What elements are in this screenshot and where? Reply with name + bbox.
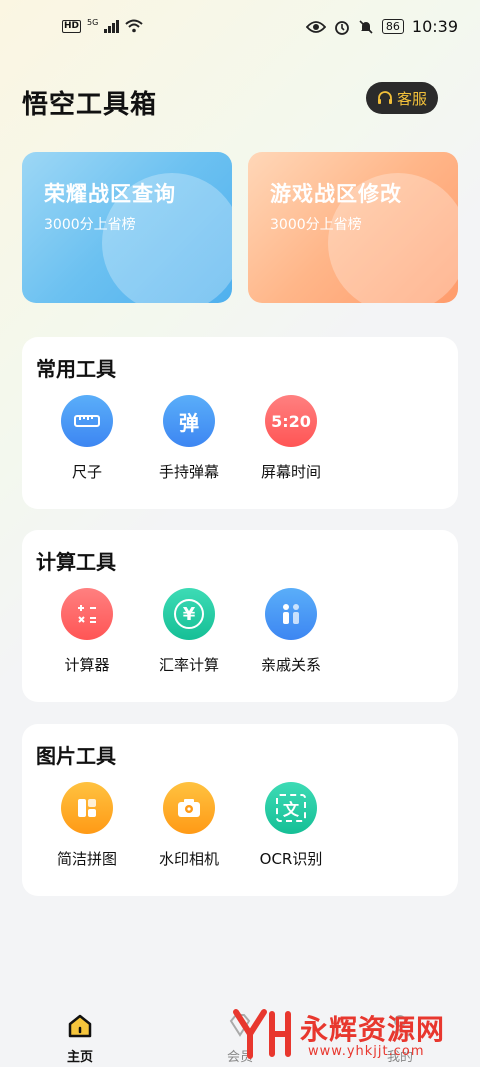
calculator-icon <box>61 588 113 640</box>
tab-home[interactable]: 主页 <box>62 1012 98 1065</box>
eye-icon <box>305 20 326 33</box>
watermark-camera-icon <box>163 782 215 834</box>
tool-label: 屏幕时间 <box>260 463 321 481</box>
bullet-comment-icon: 弹 <box>163 395 215 447</box>
tool-calculator[interactable]: 计算器 <box>37 588 137 675</box>
watermark-brand: 永辉资源网 <box>300 1013 446 1046</box>
banner-title: 游戏战区修改 <box>270 182 402 206</box>
section-title: 图片工具 <box>36 744 116 768</box>
tool-label: 尺子 <box>71 463 102 481</box>
screen-time-icon: 5:20 <box>265 395 317 447</box>
tool-bullet-comments[interactable]: 弹 手持弹幕 <box>139 395 239 482</box>
network-type: 5G <box>87 17 99 27</box>
status-right: 86 10:39 <box>305 17 458 36</box>
relatives-icon <box>265 588 317 640</box>
battery-indicator: 86 <box>381 19 404 34</box>
ocr-icon: 文 <box>265 782 317 834</box>
tool-relatives[interactable]: 亲戚关系 <box>241 588 341 675</box>
headset-icon <box>377 91 392 104</box>
tool-label: 亲戚关系 <box>260 656 321 674</box>
ruler-icon <box>61 395 113 447</box>
tool-label: 水印相机 <box>158 850 219 868</box>
yen-glyph: ¥ <box>174 599 204 629</box>
mute-icon <box>359 19 373 34</box>
tool-ruler[interactable]: 尺子 <box>37 395 137 482</box>
section-title: 常用工具 <box>36 357 116 381</box>
tool-screen-time[interactable]: 5:20 屏幕时间 <box>241 395 341 482</box>
signal-icon <box>104 19 120 33</box>
tool-collage[interactable]: 简洁拼图 <box>37 782 137 869</box>
customer-service-label: 客服 <box>396 89 427 108</box>
tool-label: OCR识别 <box>259 850 323 868</box>
app-title: 悟空工具箱 <box>22 90 158 120</box>
tab-label: 主页 <box>66 1050 93 1065</box>
home-icon <box>68 1014 92 1038</box>
hd-indicator: HD <box>62 19 82 33</box>
ocr-glyph: 文 <box>276 794 306 822</box>
collage-icon <box>61 782 113 834</box>
watermark-logo <box>233 1009 291 1059</box>
wifi-icon <box>125 19 143 33</box>
watermark-url: www.yhkjjt.com <box>308 1044 425 1059</box>
tool-ocr[interactable]: 文 OCR识别 <box>241 782 341 869</box>
tool-label: 简洁拼图 <box>56 850 117 868</box>
status-bar: HD 5G 86 10:39 <box>0 0 480 58</box>
banner-honor-query[interactable]: 荣耀战区查询 3000分上省榜 <box>22 152 232 303</box>
clock: 10:39 <box>411 17 458 36</box>
tool-watermark-camera[interactable]: 水印相机 <box>139 782 239 869</box>
watermark: 永辉资源网 www.yhkjjt.com <box>230 1006 480 1062</box>
header: 悟空工具箱 客服 <box>22 82 458 120</box>
exchange-rate-icon: ¥ <box>163 588 215 640</box>
tool-label: 手持弹幕 <box>158 463 219 481</box>
banner-subtitle: 3000分上省榜 <box>270 217 362 233</box>
section-calc-tools: 计算工具 计算器 ¥ 汇率计算 亲戚关系 <box>22 530 458 702</box>
section-image-tools: 图片工具 简洁拼图 水印相机 文 OCR识别 <box>22 724 458 896</box>
status-left: HD 5G <box>62 17 143 33</box>
banner-zone-modify[interactable]: 游戏战区修改 3000分上省榜 <box>248 152 458 303</box>
tool-label: 汇率计算 <box>158 656 219 674</box>
banner-subtitle: 3000分上省榜 <box>44 217 136 233</box>
section-common-tools: 常用工具 尺子 弹 手持弹幕 5:20 屏幕时间 <box>22 337 458 509</box>
customer-service-button[interactable]: 客服 <box>366 82 438 114</box>
tool-label: 计算器 <box>64 656 110 674</box>
section-title: 计算工具 <box>36 550 116 574</box>
alarm-icon <box>334 20 349 35</box>
banner-title: 荣耀战区查询 <box>44 182 176 206</box>
tool-exchange-rate[interactable]: ¥ 汇率计算 <box>139 588 239 675</box>
